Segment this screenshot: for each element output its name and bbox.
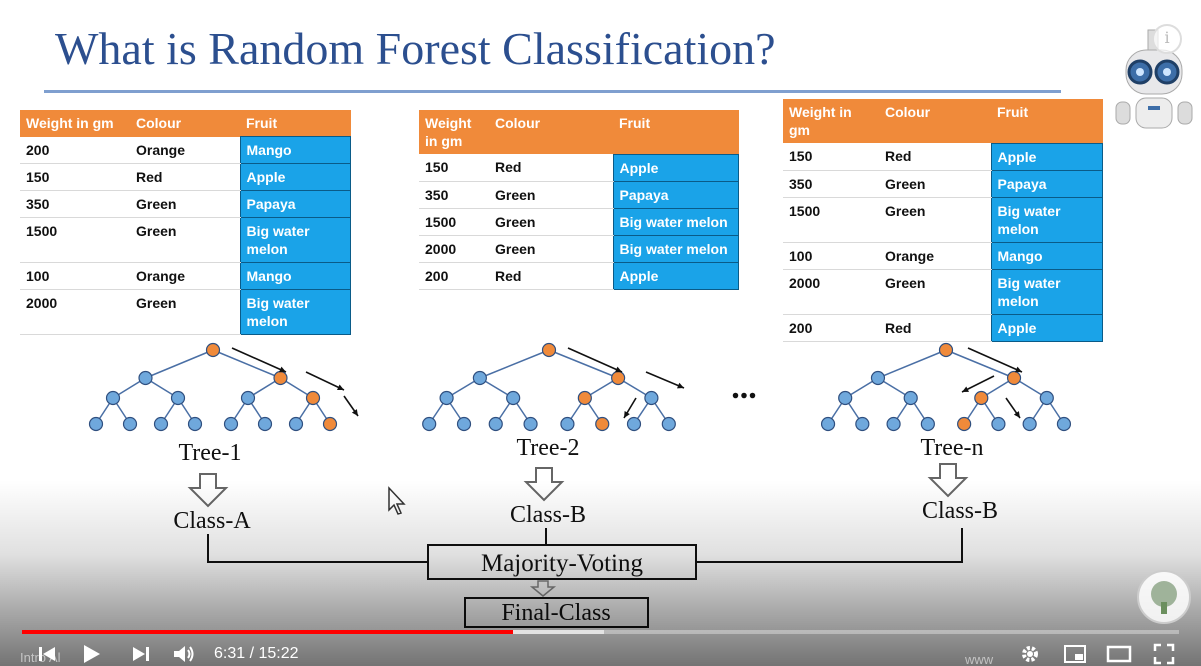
tree-node [938, 342, 954, 358]
tree-node [974, 390, 989, 406]
tree-node [223, 416, 239, 432]
tree-node [472, 370, 487, 386]
class-label: Class-B [510, 502, 586, 528]
tree-node [1022, 416, 1037, 432]
arrowhead-icon [1013, 411, 1020, 418]
tree-node [122, 416, 138, 432]
tree-node [595, 416, 610, 432]
progress-bar[interactable] [22, 630, 1179, 634]
tree-node [322, 416, 338, 432]
tree-node [820, 416, 836, 432]
time-display: 6:31 / 15:22 [214, 645, 299, 663]
down-arrow-icon [927, 463, 969, 498]
tree-node [240, 390, 256, 406]
path-arrow [967, 347, 1023, 373]
tree-edge [877, 349, 947, 379]
tree-node [488, 416, 503, 432]
trees-ellipsis: ... [731, 369, 757, 406]
tree-node [506, 390, 521, 406]
tree-node [138, 370, 153, 386]
duration: 15:22 [258, 645, 299, 662]
tree-edge [145, 349, 214, 379]
tree-node [288, 416, 304, 432]
progress-played [22, 630, 513, 634]
play-icon[interactable] [76, 642, 106, 666]
path-arrow [305, 371, 345, 391]
time-separator: / [245, 645, 259, 662]
final-class-label: Final-Class [501, 600, 610, 626]
down-arrow-icon [523, 467, 565, 502]
settings-icon[interactable] [1016, 642, 1044, 666]
tree-label: Tree-n [920, 435, 983, 461]
tree-node [611, 370, 626, 386]
tree-node [560, 416, 575, 432]
theater-icon[interactable] [1105, 642, 1133, 666]
tree-node [855, 416, 870, 432]
player-controls: 6:31 / 15:22 [0, 640, 1201, 666]
tree-node [644, 390, 659, 406]
tree-node [577, 390, 592, 406]
decision-tree-3 [820, 342, 1072, 432]
tree-node [838, 390, 853, 406]
arrowhead-icon [351, 409, 358, 416]
tree-node [153, 416, 169, 432]
tree-node [886, 416, 901, 432]
decision-tree-1 [88, 342, 359, 432]
majority-voting-label: Majority-Voting [481, 550, 644, 577]
tree-node [305, 390, 321, 406]
tree-node [187, 416, 203, 432]
tree-node [1039, 390, 1054, 406]
tree-node [920, 416, 935, 432]
tree-node [991, 416, 1006, 432]
random-forest-diagram: ... Tree-1 Tree-2 Tree-n Class-A Class-B… [88, 342, 1072, 628]
tree-node [1006, 370, 1022, 386]
tree-node [205, 342, 221, 358]
class-label: Class-A [173, 508, 251, 534]
down-arrow-icon [187, 473, 229, 508]
tree-node [870, 370, 886, 386]
volume-icon[interactable] [170, 642, 198, 666]
tree-node [1056, 416, 1072, 432]
tree-edge [479, 349, 550, 379]
tree-node [170, 390, 186, 406]
tree-node [88, 416, 104, 432]
class-label: Class-B [922, 498, 998, 524]
tree-node [456, 416, 472, 432]
video-frame[interactable]: What is Random Forest Classification? i … [0, 0, 1201, 666]
miniplayer-icon[interactable] [1061, 642, 1089, 666]
tree-label: Tree-2 [516, 435, 579, 461]
tree-node [105, 390, 121, 406]
tree-node [661, 416, 676, 432]
mouse-cursor-icon [388, 486, 406, 515]
fullscreen-icon[interactable] [1150, 642, 1178, 666]
tree-node [439, 390, 454, 406]
tree-node [541, 342, 557, 358]
tree-node [903, 390, 918, 406]
tree-label: Tree-1 [178, 440, 241, 466]
down-arrow-icon [529, 580, 557, 597]
tree-node [273, 370, 288, 386]
channel-watermark-icon[interactable] [1137, 570, 1191, 624]
tree-node [523, 416, 538, 432]
decision-tree-2 [422, 342, 685, 432]
current-time: 6:31 [214, 645, 246, 662]
tree-node [957, 416, 972, 432]
previous-icon[interactable] [34, 642, 60, 666]
tree-node [257, 416, 273, 432]
tree-node [626, 416, 642, 432]
next-icon[interactable] [128, 642, 154, 666]
tree-node [422, 416, 437, 432]
